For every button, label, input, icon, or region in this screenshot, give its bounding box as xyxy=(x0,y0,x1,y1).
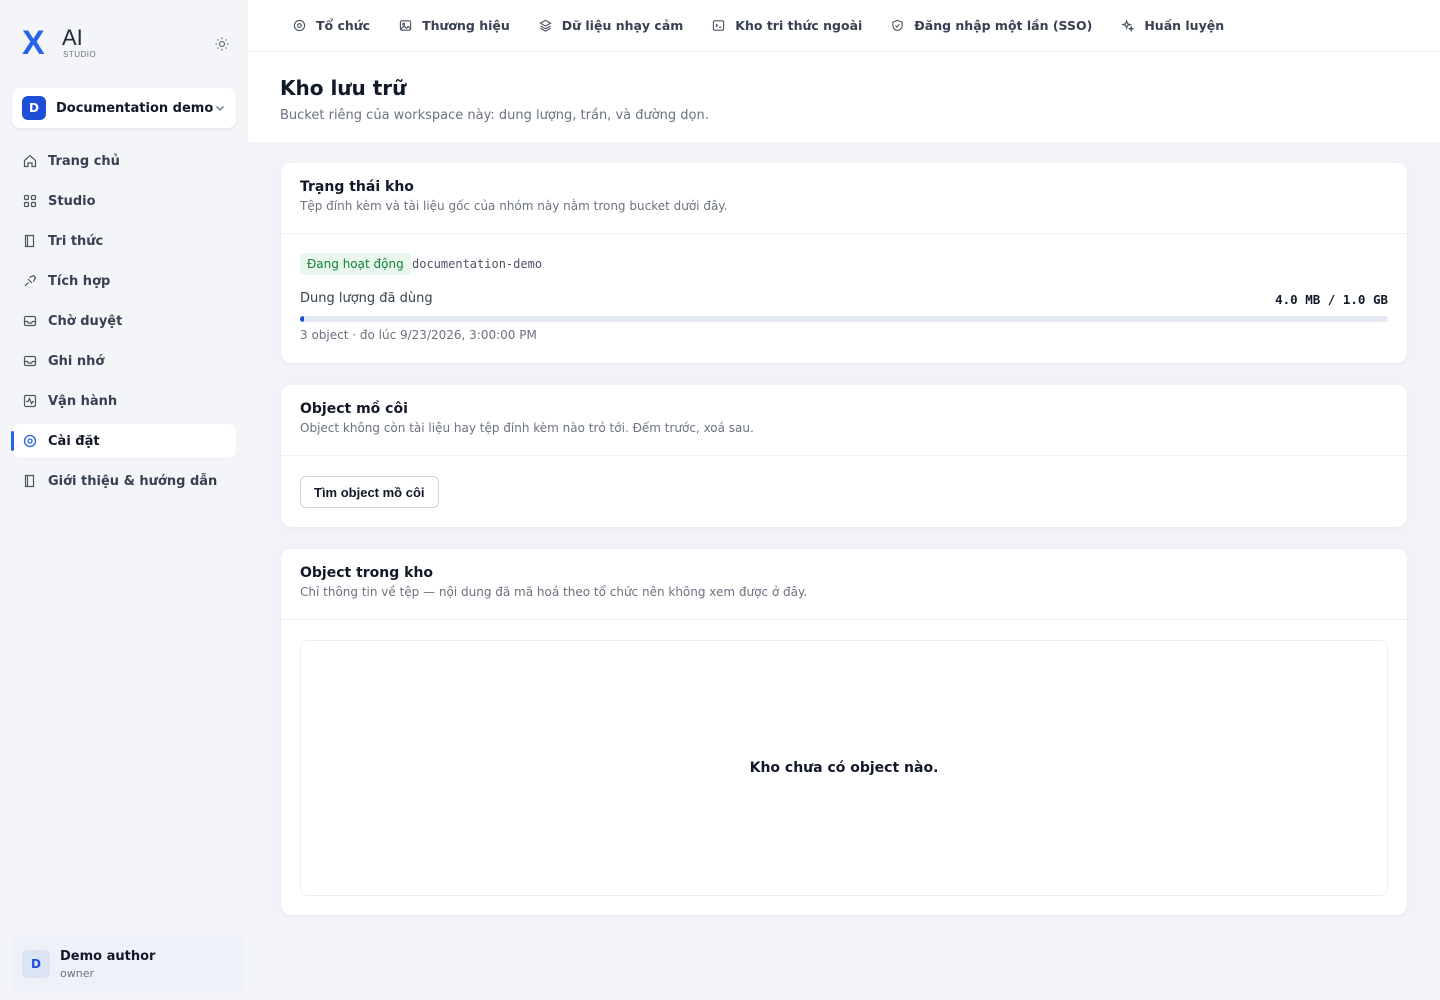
tab-training[interactable]: Huấn luyện xyxy=(1120,18,1224,33)
guide-icon xyxy=(22,473,38,489)
inbox-icon xyxy=(22,313,38,329)
sidebar-item-pending[interactable]: Chờ duyệt xyxy=(12,304,236,338)
avatar: D xyxy=(22,950,50,978)
page-subtitle: Bucket riêng của workspace này: dung lượ… xyxy=(280,108,709,123)
sidebar-item-label: Tích hợp xyxy=(48,273,111,289)
tab-label: Đăng nhập một lần (SSO) xyxy=(914,18,1093,33)
sidebar-item-integrations[interactable]: Tích hợp xyxy=(12,264,236,298)
layers-icon xyxy=(538,18,553,33)
org-icon xyxy=(292,18,307,33)
sidebar-item-label: Vận hành xyxy=(48,393,118,409)
sparkle-icon xyxy=(1120,18,1135,33)
home-icon xyxy=(22,153,38,169)
grid-icon xyxy=(22,193,38,209)
sidebar-item-label: Ghi nhớ xyxy=(48,353,105,369)
sidebar-item-label: Chờ duyệt xyxy=(48,313,123,329)
sidebar-item-memory[interactable]: Ghi nhớ xyxy=(12,344,236,378)
theme-toggle-button[interactable] xyxy=(212,34,232,54)
workspace-switcher[interactable]: D Documentation demo xyxy=(12,88,236,128)
sidebar-item-settings[interactable]: Cài đặt xyxy=(11,424,236,458)
tab-label: Thương hiệu xyxy=(422,18,510,33)
user-name: Demo author xyxy=(60,948,156,964)
chevron-down-icon xyxy=(216,106,224,111)
tab-label: Huấn luyện xyxy=(1144,18,1225,33)
sidebar-item-label: Cài đặt xyxy=(48,433,100,449)
usage-value: 4.0 MB / 1.0 GB xyxy=(1275,292,1388,307)
app-logo[interactable]: X AI STUDIO xyxy=(22,26,112,62)
card-subtitle: Tệp đính kèm và tài liệu gốc của nhóm nà… xyxy=(300,199,728,213)
card-title: Trạng thái kho xyxy=(300,179,414,195)
empty-state: Kho chưa có object nào. xyxy=(300,640,1388,896)
book-icon xyxy=(22,233,38,249)
activity-icon xyxy=(22,393,38,409)
shield-icon xyxy=(890,18,905,33)
sidebar-item-label: Giới thiệu & hướng dẫn xyxy=(48,473,218,489)
status-badge: Đang hoạt động xyxy=(300,253,411,275)
page-header: Kho lưu trữ Bucket riêng của workspace n… xyxy=(248,52,1440,142)
tab-label: Tổ chức xyxy=(316,18,371,33)
sidebar-item-label: Trang chủ xyxy=(48,153,120,169)
sidebar-item-guide[interactable]: Giới thiệu & hướng dẫn xyxy=(12,464,236,498)
card-title: Object mồ côi xyxy=(300,401,408,417)
gear-icon xyxy=(22,433,38,449)
find-orphans-button[interactable]: Tìm object mồ côi xyxy=(300,476,439,508)
sidebar-item-studio[interactable]: Studio xyxy=(12,184,236,218)
sidebar-item-operations[interactable]: Vận hành xyxy=(12,384,236,418)
card-subtitle: Chỉ thông tin về tệp — nội dung đã mã ho… xyxy=(300,585,808,599)
tab-label: Kho tri thức ngoài xyxy=(735,18,863,33)
card-subtitle: Object không còn tài liệu hay tệp đính k… xyxy=(300,421,754,435)
logo-name: AI xyxy=(62,25,83,50)
tab-branding[interactable]: Thương hiệu xyxy=(398,18,510,33)
sidebar-item-home[interactable]: Trang chủ xyxy=(12,144,236,178)
workspace-avatar: D xyxy=(22,96,46,120)
storage-status-card: Trạng thái kho Tệp đính kèm và tài liệu … xyxy=(281,163,1407,363)
tab-external-knowledge[interactable]: Kho tri thức ngoài xyxy=(711,18,862,33)
user-profile[interactable]: D Demo author owner xyxy=(12,936,244,992)
page-title: Kho lưu trữ xyxy=(280,76,407,100)
tab-sensitive-data[interactable]: Dữ liệu nhạy cảm xyxy=(538,18,684,33)
sidebar-item-knowledge[interactable]: Tri thức xyxy=(12,224,236,258)
tab-organization[interactable]: Tổ chức xyxy=(292,18,370,33)
bucket-name: documentation-demo xyxy=(412,257,543,271)
terminal-icon xyxy=(711,18,726,33)
sidebar-nav: Trang chủ Studio Tri thức Tích hợp Chờ d… xyxy=(11,144,236,504)
plug-icon xyxy=(22,273,38,289)
logo-sub: STUDIO xyxy=(63,50,97,59)
workspace-name: Documentation demo xyxy=(56,100,214,116)
image-icon xyxy=(398,18,413,33)
settings-tabs: Tổ chức Thương hiệu Dữ liệu nhạy cảm Kho… xyxy=(248,0,1440,52)
card-title: Object trong kho xyxy=(300,565,434,581)
sidebar: X AI STUDIO D Documentation demo Trang c… xyxy=(0,0,248,1000)
orphan-objects-card: Object mồ côi Object không còn tài liệu … xyxy=(281,385,1407,527)
memory-icon xyxy=(22,353,38,369)
tab-sso[interactable]: Đăng nhập một lần (SSO) xyxy=(890,18,1092,33)
sun-icon xyxy=(215,37,229,51)
user-role: owner xyxy=(60,966,94,980)
usage-progress-bar xyxy=(300,316,1388,322)
usage-label: Dung lượng đã dùng xyxy=(300,291,433,306)
sidebar-item-label: Studio xyxy=(48,193,96,209)
usage-progress-fill xyxy=(300,316,305,322)
storage-objects-card: Object trong kho Chỉ thông tin về tệp — … xyxy=(281,549,1407,915)
usage-meta: 3 object · đo lúc 9/23/2026, 3:00:00 PM xyxy=(300,328,537,342)
logo-mark: X xyxy=(22,24,45,62)
tab-label: Dữ liệu nhạy cảm xyxy=(561,18,684,33)
sidebar-item-label: Tri thức xyxy=(48,233,104,249)
